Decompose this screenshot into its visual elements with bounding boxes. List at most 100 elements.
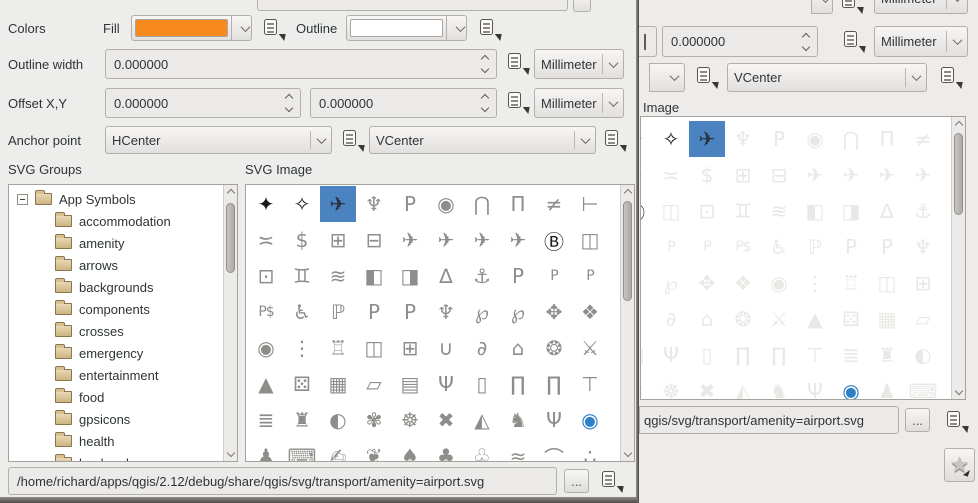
icon-harbour[interactable]: ♆ xyxy=(905,229,941,265)
icon-key-car[interactable]: ℘ xyxy=(653,265,689,301)
icon-theatre-masks[interactable]: ◐ xyxy=(320,402,356,438)
icon-tram-front[interactable]: ◫ xyxy=(869,265,905,301)
icon-museum-bell[interactable]: ⌂ xyxy=(500,330,536,366)
icon-bollard[interactable]: ⋂ xyxy=(833,121,869,157)
back-data-defined-button-mid[interactable] xyxy=(841,30,866,53)
icon-bench[interactable]: ≍ xyxy=(653,157,689,193)
back-svg-image-grid[interactable]: ✦✧✈♆P◉⋂Π≠⊢≍$⊞⊟✈✈✈✈Ⓑ◫⊡♊≋◧◨∆⚓PPPP$♿ℙPP♆℘℘✥… xyxy=(640,116,966,400)
icon-car-pool[interactable]: ♊ xyxy=(725,193,761,229)
anchor-h-combo[interactable]: HCenter xyxy=(105,126,332,154)
icon-tram-front[interactable]: ◫ xyxy=(356,330,392,366)
offset-unit-combo[interactable]: Millimeter xyxy=(534,88,624,118)
icon-bus[interactable]: ⊞ xyxy=(320,222,356,258)
icon-memorial-plaque[interactable]: ▯ xyxy=(689,337,725,373)
icon-traffic-light[interactable]: ⋮ xyxy=(284,330,320,366)
back-data-defined-button-path[interactable] xyxy=(944,410,969,433)
icon-bus-circled[interactable]: Ⓑ xyxy=(641,193,653,229)
icon-gate[interactable]: Π xyxy=(500,186,536,222)
back-browse-button[interactable]: ... xyxy=(905,408,930,432)
icon-trolleybus[interactable]: ⊟ xyxy=(356,222,392,258)
icon-memorial-plaque[interactable]: ▯ xyxy=(464,366,500,402)
icon-steam-locomotive[interactable]: ♜ xyxy=(284,402,320,438)
icon-control-panel[interactable]: ⌨ xyxy=(284,438,320,461)
icon-key-bicycle[interactable]: ℘ xyxy=(641,265,653,301)
icon-bollard[interactable]: ⋂ xyxy=(464,186,500,222)
icon-gate[interactable]: Π xyxy=(869,121,905,157)
icon-parking-bicycle[interactable]: P xyxy=(536,258,572,294)
icon-toll-barrier[interactable]: $ xyxy=(284,222,320,258)
icon-hills[interactable]: ⌒ xyxy=(536,438,572,461)
icon-barrier[interactable]: ⊢ xyxy=(641,157,653,193)
icon-jug[interactable]: ∂ xyxy=(464,330,500,366)
outline-width-spinbox[interactable]: 0.000000 xyxy=(105,49,497,79)
tree-item-arrows[interactable]: arrows xyxy=(9,254,223,276)
icon-parking-fee-taxi[interactable]: P$ xyxy=(725,229,761,265)
icon-scattered-rocks[interactable]: ∴ xyxy=(572,438,608,461)
icon-ruins[interactable]: ≣ xyxy=(833,337,869,373)
scroll-down-icon[interactable] xyxy=(227,449,235,457)
icon-book[interactable]: ✍ xyxy=(320,438,356,461)
tree-item-backgrounds[interactable]: backgrounds xyxy=(9,276,223,298)
icon-taxi-rank[interactable]: ◉ xyxy=(428,186,464,222)
icon-taxi-rank[interactable]: ◉ xyxy=(797,121,833,157)
icon-jug[interactable]: ∂ xyxy=(653,301,689,337)
top-clipped-button[interactable] xyxy=(573,0,591,12)
icon-sparkle[interactable]: ✧ xyxy=(653,121,689,157)
icon-taxi[interactable]: ◉ xyxy=(248,330,284,366)
icon-flower[interactable]: ✾ xyxy=(356,402,392,438)
icon-airplane-2[interactable]: ✈ xyxy=(833,157,869,193)
icon-compass-2[interactable]: ❖ xyxy=(572,294,608,330)
icon-elephant[interactable]: ♞ xyxy=(761,373,797,399)
tree-item-health[interactable]: health xyxy=(9,430,223,452)
icon-parking-checkered[interactable]: P xyxy=(869,229,905,265)
icon-dice[interactable]: ⚄ xyxy=(833,301,869,337)
icon-fence[interactable]: ▦ xyxy=(869,301,905,337)
icon-bus-front[interactable]: ◫ xyxy=(653,193,689,229)
icon-film-strip[interactable]: ▱ xyxy=(356,366,392,402)
back-data-defined-button-anchor-v[interactable] xyxy=(938,66,963,89)
icon-parking-bicycle[interactable]: P xyxy=(653,229,689,265)
icon-bus-front[interactable]: ◫ xyxy=(572,222,608,258)
icon-compass[interactable]: ✥ xyxy=(536,294,572,330)
scroll-up-icon[interactable] xyxy=(955,121,963,129)
fill-color-dropdown-button[interactable] xyxy=(231,15,252,41)
top-clipped-combobox[interactable] xyxy=(257,0,568,11)
fill-color-button[interactable] xyxy=(131,15,232,41)
icon-trolleybus[interactable]: ⊟ xyxy=(761,157,797,193)
outline-width-unit-combo[interactable]: Millimeter xyxy=(534,49,624,79)
icon-car-wash[interactable]: ≋ xyxy=(320,258,356,294)
icon-bush[interactable]: ♧ xyxy=(464,438,500,461)
scroll-up-icon[interactable] xyxy=(624,189,632,197)
icon-ferris-wheel[interactable]: ☸ xyxy=(392,402,428,438)
tree-item-components[interactable]: components xyxy=(9,298,223,320)
icon-taxi[interactable]: ◉ xyxy=(761,265,797,301)
icon-elephant[interactable]: ♞ xyxy=(500,402,536,438)
icon-crossed-swords[interactable]: ⚔ xyxy=(572,330,608,366)
icon-temple[interactable]: ∏ xyxy=(536,366,572,402)
icon-windmill[interactable]: ✖ xyxy=(428,402,464,438)
icon-train[interactable]: ♖ xyxy=(320,330,356,366)
back-unit-combo-top[interactable]: Millimeter xyxy=(874,0,968,14)
icon-bus[interactable]: ⊞ xyxy=(725,157,761,193)
icon-art-palette[interactable]: ❂ xyxy=(725,301,761,337)
icon-airplane-outline[interactable]: ✈ xyxy=(797,157,833,193)
icon-parking-fee-taxi[interactable]: P$ xyxy=(248,294,284,330)
icon-parking[interactable]: P xyxy=(392,186,428,222)
tree-item-amenity[interactable]: amenity xyxy=(9,232,223,254)
icon-star-burst[interactable]: ✦ xyxy=(248,186,284,222)
icon-parking-outline[interactable]: ℙ xyxy=(320,294,356,330)
tree-item-accommodation[interactable]: accommodation xyxy=(9,210,223,232)
browse-button[interactable]: ... xyxy=(564,469,589,493)
icon-tree[interactable]: ♠ xyxy=(392,438,428,461)
icon-train[interactable]: ♖ xyxy=(833,265,869,301)
icon-film-strip-2[interactable]: ▤ xyxy=(392,366,428,402)
scrollbar-thumb[interactable] xyxy=(623,201,632,301)
icon-parking-car[interactable]: P xyxy=(689,229,725,265)
icon-fountain-2[interactable]: Ψ xyxy=(797,373,833,399)
icon-temple[interactable]: ∏ xyxy=(761,337,797,373)
icon-ferry[interactable]: ♆ xyxy=(356,186,392,222)
icon-steam-locomotive[interactable]: ♜ xyxy=(869,337,905,373)
icon-parking-car[interactable]: P xyxy=(572,258,608,294)
icon-lighthouse[interactable]: ∆ xyxy=(428,258,464,294)
scroll-down-icon[interactable] xyxy=(624,449,632,457)
